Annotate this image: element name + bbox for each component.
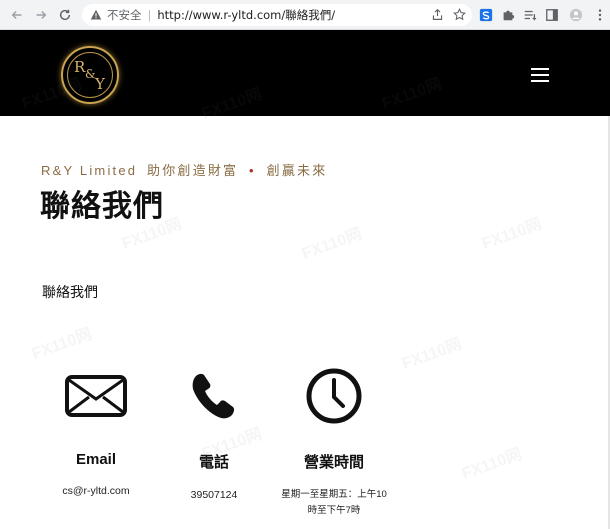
puzzle-icon xyxy=(503,10,515,21)
tagline-bullet: • xyxy=(249,163,256,178)
tagline-motto-1: 助你創造財富 xyxy=(147,163,239,178)
email-label: Email xyxy=(75,451,117,468)
address-bar[interactable]: 不安全 | http://www.r-yltd.com/聯絡我們/ xyxy=(82,4,472,26)
clock-icon xyxy=(306,368,362,424)
extensions-button[interactable] xyxy=(500,7,516,23)
forward-button[interactable] xyxy=(32,6,50,24)
address-separator: | xyxy=(147,8,152,22)
warning-icon xyxy=(90,9,102,20)
security-status: 不安全 xyxy=(107,8,142,22)
envelope-icon xyxy=(65,375,127,417)
menu-button[interactable] xyxy=(592,7,608,23)
star-icon[interactable] xyxy=(453,8,466,21)
hours-line-2: 時至下午7時 xyxy=(307,505,361,516)
hamburger-line xyxy=(531,80,549,82)
hamburger-line xyxy=(531,74,549,76)
watermark: FX110网 xyxy=(29,325,95,363)
phone-value[interactable]: 39507124 xyxy=(158,487,270,503)
section-title: 聯絡我們 xyxy=(42,284,98,300)
contact-card-phone: 電話 39507124 xyxy=(158,366,270,503)
url-text: http://www.r-yltd.com/聯絡我們/ xyxy=(157,8,336,22)
hamburger-line xyxy=(531,68,549,70)
browser-toolbar: 不安全 | http://www.r-yltd.com/聯絡我們/ xyxy=(0,0,610,30)
site-logo[interactable]: R & Y xyxy=(61,46,119,104)
arrow-right-icon xyxy=(36,11,47,19)
watermark: FX110网 xyxy=(459,445,525,483)
hours-value: 星期一至星期五：上午10 時至下午7時 xyxy=(278,487,390,519)
logo-letter-y: Y xyxy=(95,75,105,93)
page-title: 聯絡我們 xyxy=(40,190,164,223)
list-icon xyxy=(524,10,537,21)
side-panel-icon xyxy=(546,9,558,21)
share-icon[interactable] xyxy=(431,8,444,21)
logo-ring: R & Y xyxy=(67,52,113,98)
hamburger-menu-icon[interactable] xyxy=(531,68,549,82)
reload-icon xyxy=(59,9,71,21)
watermark: FX110网 xyxy=(399,335,465,373)
phone-label: 電話 xyxy=(198,454,229,471)
tagline-motto-2: 創贏未來 xyxy=(266,163,328,178)
phone-icon xyxy=(192,373,235,419)
contact-card-hours: 營業時間 星期一至星期五：上午10 時至下午7時 xyxy=(278,366,390,519)
logo-letter-r: R xyxy=(74,58,86,76)
hours-line-1: 星期一至星期五：上午10 xyxy=(281,489,387,500)
s-extension-icon xyxy=(479,8,493,22)
watermark: FX110网 xyxy=(479,215,545,253)
tagline-brand: R&Y Limited xyxy=(41,163,138,178)
extension-s-button[interactable] xyxy=(478,7,494,23)
reading-list-button[interactable] xyxy=(522,7,538,23)
avatar-icon xyxy=(569,8,583,22)
arrow-left-icon xyxy=(11,11,22,19)
contact-card-email: Email cs@r-yltd.com xyxy=(40,366,152,499)
email-value[interactable]: cs@r-yltd.com xyxy=(40,483,152,499)
back-button[interactable] xyxy=(8,6,26,24)
tagline: R&Y Limited 助你創造財富 • 創贏未來 xyxy=(41,160,327,179)
hours-label: 營業時間 xyxy=(303,454,364,471)
site-header: R & Y xyxy=(0,30,610,116)
profile-button[interactable] xyxy=(568,7,584,23)
more-vert-icon xyxy=(598,9,602,21)
side-panel-button[interactable] xyxy=(544,7,560,23)
reload-button[interactable] xyxy=(56,6,74,24)
watermark: FX110网 xyxy=(299,225,365,263)
